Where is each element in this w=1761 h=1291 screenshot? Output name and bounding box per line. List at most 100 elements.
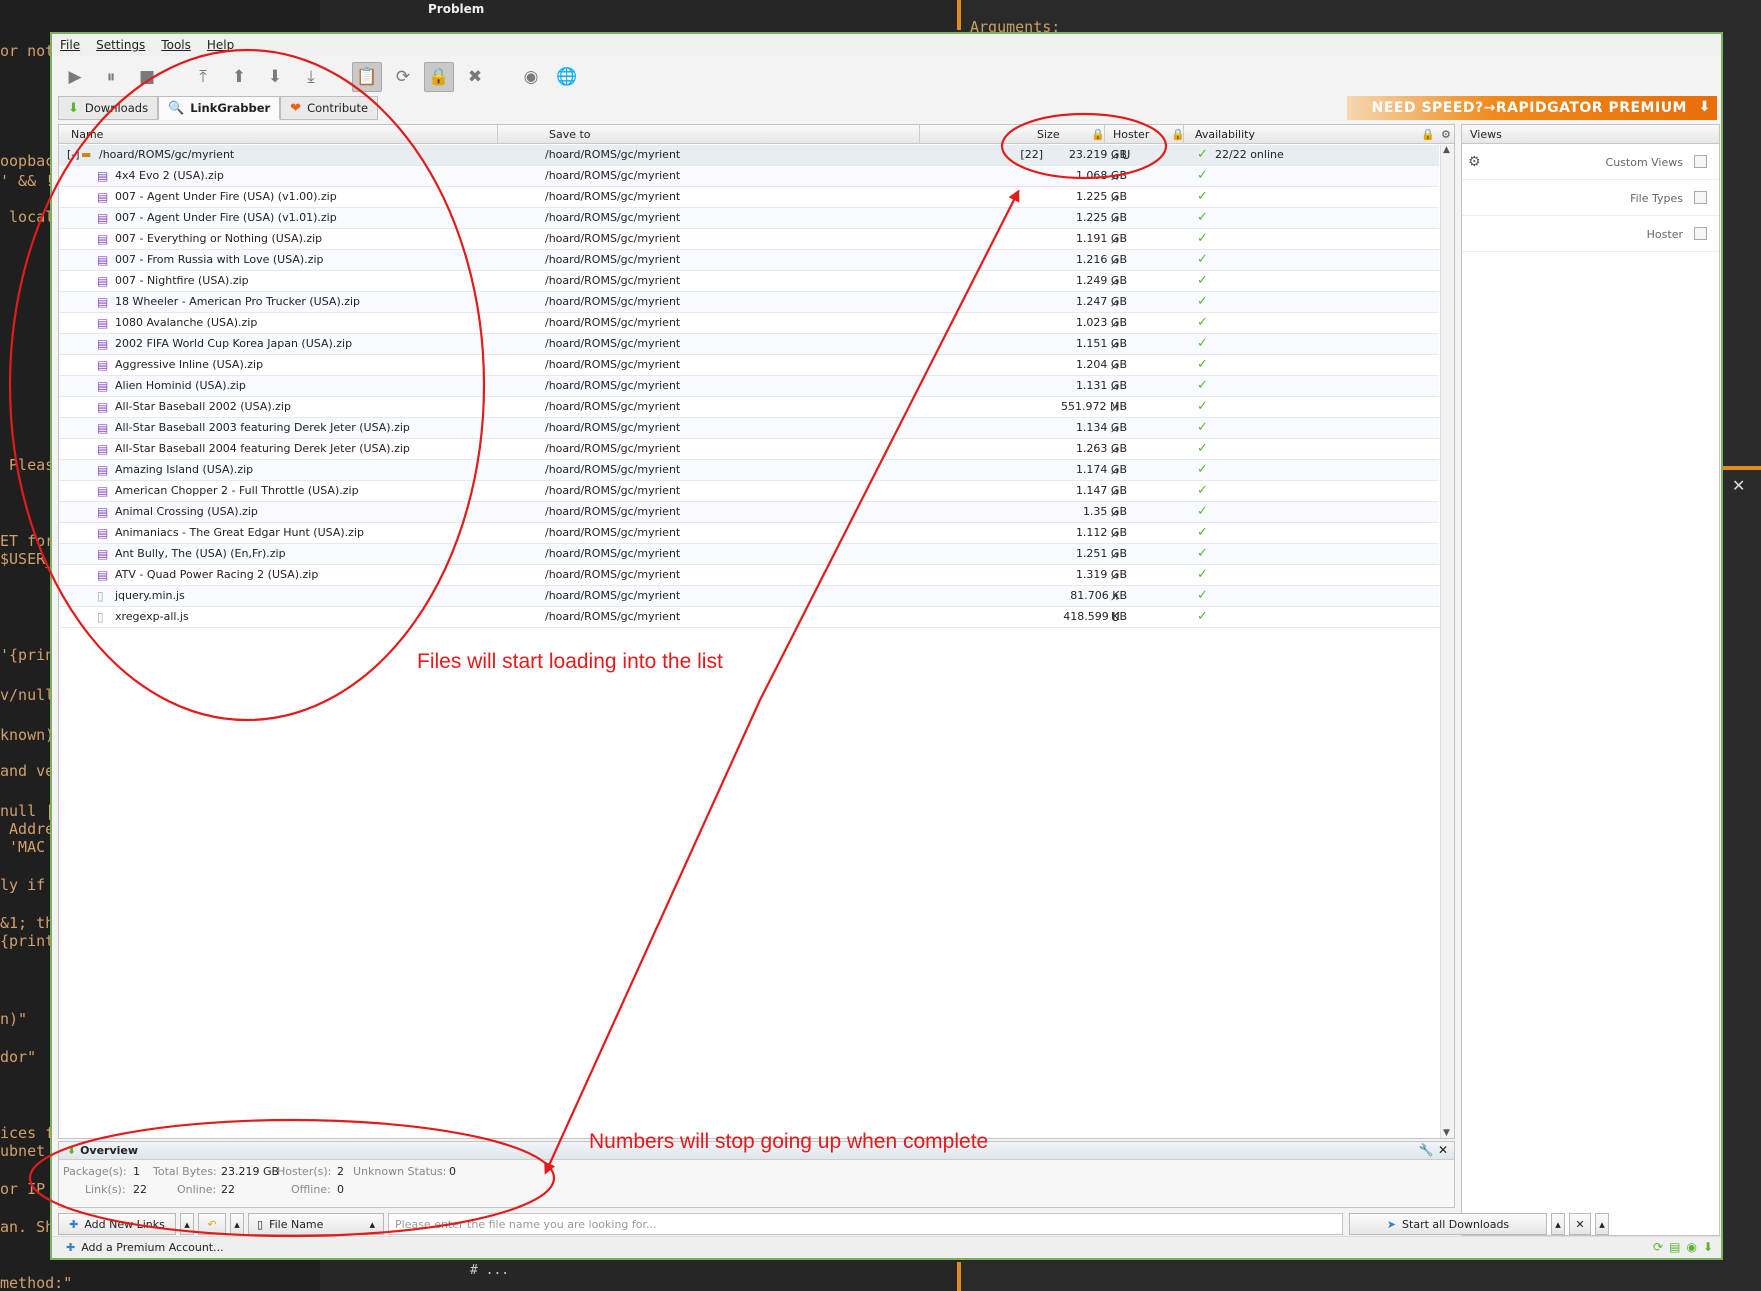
play-icon[interactable]: ▶ — [60, 62, 90, 92]
gear-icon[interactable]: ⚙ — [1468, 154, 1481, 170]
add-new-links-button[interactable]: ✚ Add New Links — [58, 1213, 176, 1235]
file-save-to: /hoard/ROMS/gc/myrient — [545, 547, 681, 560]
column-settings-icon[interactable]: ⚙ — [1441, 128, 1451, 141]
tab-downloads[interactable]: ⬇ Downloads — [58, 96, 159, 120]
file-size: 1.35 GB — [1082, 505, 1127, 518]
table-row[interactable]: ▤ All-Star Baseball 2002 (USA).zip/hoard/… — [59, 397, 1439, 418]
chevron-up-icon: ▴ — [369, 1217, 375, 1231]
column-header-name[interactable]: Name — [71, 128, 103, 141]
table-row[interactable]: ▯ xregexp-all.js/hoard/ROMS/gc/myrient 418… — [59, 607, 1439, 628]
view-option-custom-views[interactable]: ⚙ Custom Views — [1462, 144, 1719, 180]
menu-help[interactable]: Help — [207, 38, 234, 52]
hoster-icon: ⩘ — [1111, 316, 1118, 330]
table-row[interactable]: ▤ 007 - From Russia with Love (USA).zip/h… — [59, 250, 1439, 271]
download-status-icon[interactable]: ⬇ — [1703, 1240, 1713, 1254]
reconnect-icon[interactable]: ⟳ — [388, 62, 418, 92]
hoster-icon: ⩘ — [1111, 421, 1118, 435]
column-header-availability[interactable]: Availability — [1195, 128, 1255, 141]
tools-icon: ✕ — [1575, 1217, 1585, 1231]
js-file-icon: ▯ — [97, 589, 104, 603]
background-code-snippet: # ... — [470, 1263, 510, 1278]
settings-tools-button[interactable]: ✕ — [1569, 1213, 1591, 1235]
hoster-checkbox[interactable] — [1694, 227, 1707, 240]
table-row[interactable]: ▤ American Chopper 2 - Full Throttle (USA… — [59, 481, 1439, 502]
column-header-save-to[interactable]: Save to — [549, 128, 591, 141]
move-up-icon[interactable]: ⬆ — [224, 62, 254, 92]
table-row[interactable]: ▤ 007 - Agent Under Fire (USA) (v1.01).zi… — [59, 208, 1439, 229]
add-links-dropdown[interactable]: ▴ — [180, 1213, 194, 1235]
clipboard-status-icon[interactable]: ▤ — [1669, 1240, 1680, 1254]
view-option-file-types[interactable]: File Types — [1462, 180, 1719, 216]
scroll-up-icon[interactable]: ▲ — [1443, 145, 1450, 155]
table-row[interactable]: ▤ 007 - Everything or Nothing (USA).zip/h… — [59, 229, 1439, 250]
online-label: Online: — [177, 1183, 217, 1196]
close-icon[interactable]: ✕ — [1438, 1143, 1448, 1157]
online-check-icon: ✓ — [1197, 567, 1208, 582]
table-row[interactable]: ▤ All-Star Baseball 2003 featuring Derek … — [59, 418, 1439, 439]
package-row[interactable]: [-] ▬ /hoard/ROMS/gc/myrient /hoard/ROMS… — [59, 145, 1439, 166]
wrench-icon[interactable]: 🔧 — [1419, 1143, 1434, 1157]
table-row[interactable]: ▤ Aggressive Inline (USA).zip/hoard/ROMS/… — [59, 355, 1439, 376]
file-types-checkbox[interactable] — [1694, 191, 1707, 204]
scroll-down-icon[interactable]: ▼ — [1443, 1128, 1450, 1138]
pause-icon[interactable]: ⏸ — [96, 62, 126, 92]
table-row[interactable]: ▤ 007 - Nightfire (USA).zip/hoard/ROMS/gc… — [59, 271, 1439, 292]
hoster-icon: ⩘ — [1111, 442, 1118, 456]
overview-stats: Package(s): 1 Total Bytes: 23.219 GB Hos… — [59, 1160, 1454, 1206]
start-all-downloads-button[interactable]: ➤ Start all Downloads — [1349, 1213, 1547, 1235]
menu-tools[interactable]: Tools — [161, 38, 191, 52]
move-bottom-icon[interactable]: ⤓ — [296, 62, 326, 92]
table-row[interactable]: ▤ 1080 Avalanche (USA).zip/hoard/ROMS/gc/… — [59, 313, 1439, 334]
search-input[interactable]: Please enter the file name you are looki… — [388, 1213, 1343, 1235]
file-size: 1.263 GB — [1075, 442, 1127, 455]
hoster-icon: ⩘ — [1111, 379, 1118, 393]
search-field-select[interactable]: ▯ File Name ▴ — [248, 1213, 384, 1235]
start-all-dropdown[interactable]: ▴ — [1551, 1213, 1565, 1235]
clear-filter-button[interactable]: ↶ — [198, 1213, 226, 1235]
update-icon[interactable]: 🌐 — [552, 62, 582, 92]
move-top-icon[interactable]: ⤒ — [188, 62, 218, 92]
table-row[interactable]: ▤ Ant Bully, The (USA) (En,Fr).zip/hoard/… — [59, 544, 1439, 565]
zip-archive-icon: ▤ — [97, 253, 109, 267]
background-close-icon[interactable]: ✕ — [1732, 476, 1745, 495]
table-row[interactable]: ▤ 4x4 Evo 2 (USA).zip/hoard/ROMS/gc/myrie… — [59, 166, 1439, 187]
clipboard-observer-icon[interactable]: 📋 — [352, 62, 382, 92]
tab-contribute[interactable]: ❤ Contribute — [280, 96, 379, 120]
view-option-hoster[interactable]: Hoster — [1462, 216, 1719, 252]
move-down-icon[interactable]: ⬇ — [260, 62, 290, 92]
speed-status-icon[interactable]: ◉ — [1686, 1240, 1696, 1254]
column-lock-icon[interactable]: 🔒 — [1091, 128, 1105, 141]
column-lock-icon[interactable]: 🔒 — [1421, 128, 1435, 141]
file-save-to: /hoard/ROMS/gc/myrient — [545, 610, 681, 623]
table-row[interactable]: ▤ 18 Wheeler - American Pro Trucker (USA)… — [59, 292, 1439, 313]
table-row[interactable]: ▤ 007 - Agent Under Fire (USA) (v1.00).zi… — [59, 187, 1439, 208]
column-header-size[interactable]: Size — [1037, 128, 1060, 141]
table-row[interactable]: ▤ 2002 FIFA World Cup Korea Japan (USA).z… — [59, 334, 1439, 355]
package-expand-toggle[interactable]: [-] — [67, 145, 80, 165]
menu-file[interactable]: File — [60, 38, 80, 52]
menu-settings[interactable]: Settings — [96, 38, 145, 52]
tab-linkgrabber[interactable]: 🔍 LinkGrabber — [158, 96, 281, 120]
table-row[interactable]: ▯ jquery.min.js/hoard/ROMS/gc/myrient 81.7… — [59, 586, 1439, 607]
hosters-label: Hoster(s): — [277, 1165, 332, 1178]
add-premium-account-link[interactable]: Add a Premium Account... — [81, 1241, 223, 1254]
online-check-icon: ✓ — [1197, 294, 1208, 309]
clear-filter-dropdown[interactable]: ▴ — [230, 1213, 244, 1235]
table-scrollbar[interactable]: ▲ ▼ — [1440, 145, 1454, 1138]
table-row[interactable]: ▤ Animaniacs - The Great Edgar Hunt (USA)… — [59, 523, 1439, 544]
stop-icon[interactable]: ■ — [132, 62, 162, 92]
premium-icon[interactable]: ◉ — [516, 62, 546, 92]
table-row[interactable]: ▤ Amazing Island (USA).zip/hoard/ROMS/gc/… — [59, 460, 1439, 481]
settings-tools-dropdown[interactable]: ▴ — [1595, 1213, 1609, 1235]
custom-views-checkbox[interactable] — [1694, 155, 1707, 168]
auto-confirm-icon[interactable]: 🔒 — [424, 62, 454, 92]
clear-linkgrabber-icon[interactable]: ✖ — [460, 62, 490, 92]
table-row[interactable]: ▤ All-Star Baseball 2004 featuring Derek … — [59, 439, 1439, 460]
table-row[interactable]: ▤ Animal Crossing (USA).zip/hoard/ROMS/gc… — [59, 502, 1439, 523]
reconnect-status-icon[interactable]: ⟳ — [1653, 1240, 1663, 1254]
premium-banner[interactable]: NEED SPEED?→RAPIDGATOR PREMIUM ⬇ — [1347, 96, 1717, 120]
tab-bar: ⬇ Downloads 🔍 LinkGrabber ❤ Contribute — [58, 96, 379, 120]
table-row[interactable]: ▤ Alien Hominid (USA).zip/hoard/ROMS/gc/m… — [59, 376, 1439, 397]
table-row[interactable]: ▤ ATV - Quad Power Racing 2 (USA).zip/hoa… — [59, 565, 1439, 586]
column-header-hoster[interactable]: Hoster — [1113, 128, 1149, 141]
